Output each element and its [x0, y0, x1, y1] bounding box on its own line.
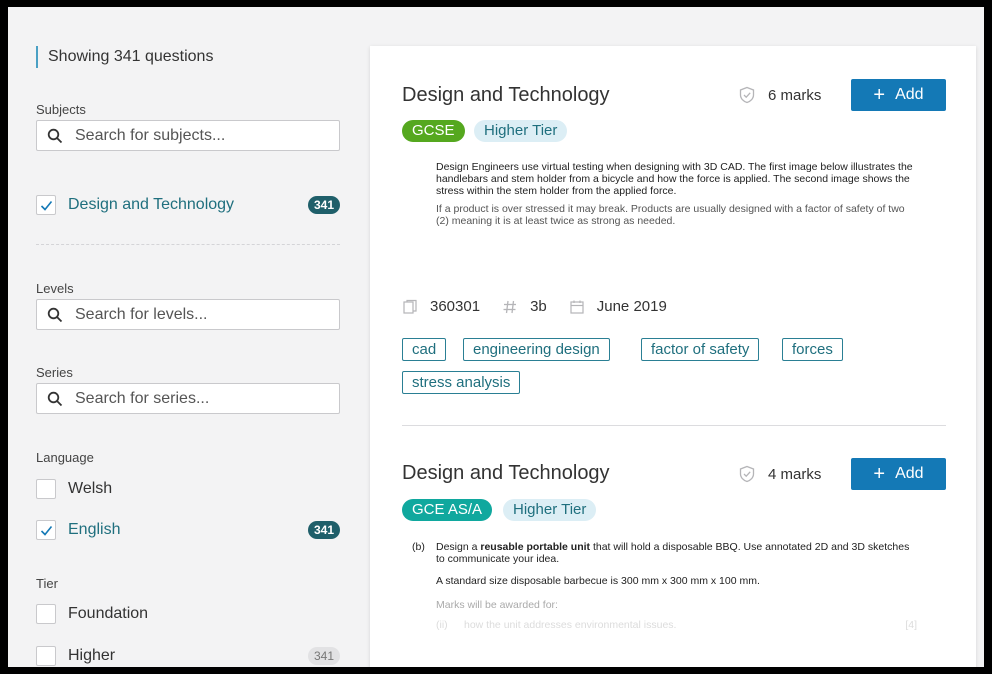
tag[interactable]: stress analysis [402, 371, 521, 394]
question-id-value: 360301 [430, 298, 481, 315]
plus-icon: + [873, 463, 886, 485]
language-label-welsh: Welsh [68, 480, 113, 497]
question-date-value: June 2019 [596, 298, 667, 315]
calendar-icon [570, 300, 584, 314]
tag[interactable]: factor of safety [641, 338, 760, 361]
question-excerpt: Design Engineers use virtual testing whe… [436, 161, 914, 233]
checkmark-icon [40, 525, 52, 536]
excerpt-line: Design a reusable portable unit that wil… [436, 541, 910, 565]
question-number: 3b [502, 298, 547, 315]
count-badge: 341 [307, 647, 340, 665]
question-card: Design and Technology 6 marks + Add GCSE… [402, 46, 946, 425]
copy-icon [403, 299, 417, 314]
excerpt-paragraph: If a product is over stressed it may bre… [436, 203, 905, 227]
app-frame: Showing 341 questions Subjects Design an… [8, 7, 984, 667]
tier-filter-higher[interactable]: Higher 341 [36, 644, 340, 667]
search-icon [47, 391, 63, 406]
tag[interactable]: cad [402, 338, 447, 361]
tier-filter-foundation[interactable]: Foundation [36, 602, 340, 626]
question-title: Design and Technology [402, 84, 610, 106]
excerpt-line: how the unit addresses environmental iss… [464, 619, 677, 631]
level-pill: GCE AS/A [402, 499, 493, 521]
series-search-input[interactable] [75, 389, 335, 408]
sub-part-label: (ii) [436, 619, 448, 631]
excerpt-marks: [4] [905, 619, 917, 631]
checkbox[interactable] [36, 479, 56, 499]
excerpt-paragraph: Design Engineers use virtual testing whe… [436, 161, 913, 197]
add-label: Add [895, 465, 924, 482]
search-icon [47, 307, 63, 322]
tier-label-foundation: Foundation [68, 605, 149, 622]
marks-indicator: 6 marks [738, 86, 821, 104]
subjects-search-input[interactable] [75, 126, 335, 145]
add-button[interactable]: + Add [851, 79, 946, 111]
results-count: Showing 341 questions [36, 46, 213, 68]
subjects-label: Subjects [36, 102, 86, 117]
question-id: 360301 [402, 298, 480, 315]
checkbox[interactable] [36, 604, 56, 624]
question-title: Design and Technology [402, 462, 610, 484]
tier-label: Tier [36, 576, 58, 591]
add-button[interactable]: + Add [851, 458, 946, 490]
checkbox[interactable] [36, 646, 56, 666]
tier-pill: Higher Tier [503, 499, 597, 521]
language-label-english: English [68, 521, 121, 538]
tier-label-higher: Higher [68, 647, 116, 664]
excerpt-line: Marks will be awarded for: [436, 599, 558, 611]
marks-value: 6 marks [768, 86, 822, 104]
subject-filter-design-technology[interactable]: Design and Technology 341 [36, 193, 340, 217]
tier-pill: Higher Tier [474, 120, 568, 142]
series-label: Series [36, 365, 73, 380]
question-list: Design and Technology 6 marks + Add GCSE… [370, 46, 976, 667]
checkbox[interactable] [36, 195, 56, 215]
tag[interactable]: forces [782, 338, 843, 361]
levels-search-input[interactable] [75, 305, 335, 324]
section-divider [36, 244, 340, 245]
hash-icon [503, 300, 517, 313]
excerpt-bold: reusable portable unit [480, 541, 591, 553]
series-search[interactable] [36, 383, 340, 414]
levels-search[interactable] [36, 299, 340, 330]
search-icon [47, 128, 63, 143]
shield-check-icon [739, 465, 755, 483]
question-date: June 2019 [569, 298, 667, 315]
question-meta: 360301 3b June 2019 [402, 298, 689, 315]
subjects-search[interactable] [36, 120, 340, 151]
shield-check-icon [739, 86, 755, 104]
checkmark-icon [40, 200, 52, 211]
question-number-value: 3b [530, 298, 547, 315]
language-label: Language [36, 450, 94, 465]
checkbox[interactable] [36, 520, 56, 540]
level-pill: GCSE [402, 120, 465, 142]
tag[interactable]: engineering design [463, 338, 610, 361]
excerpt-line: A standard size disposable barbecue is 3… [436, 575, 760, 587]
marks-indicator: 4 marks [738, 465, 821, 483]
add-label: Add [895, 86, 924, 103]
count-badge: 341 [307, 196, 340, 214]
plus-icon: + [873, 84, 886, 106]
language-filter-english[interactable]: English 341 [36, 518, 340, 542]
levels-label: Levels [36, 281, 74, 296]
filter-sidebar: Showing 341 questions Subjects Design an… [8, 7, 358, 667]
part-label: (b) [412, 541, 425, 553]
language-filter-welsh[interactable]: Welsh [36, 477, 340, 501]
subject-label: Design and Technology [68, 196, 235, 213]
question-card: Design and Technology 4 marks + Add GCE … [402, 426, 946, 667]
question-excerpt: (b) Design a reusable portable unit that… [412, 541, 917, 631]
count-badge: 341 [307, 521, 340, 539]
marks-value: 4 marks [768, 465, 822, 483]
